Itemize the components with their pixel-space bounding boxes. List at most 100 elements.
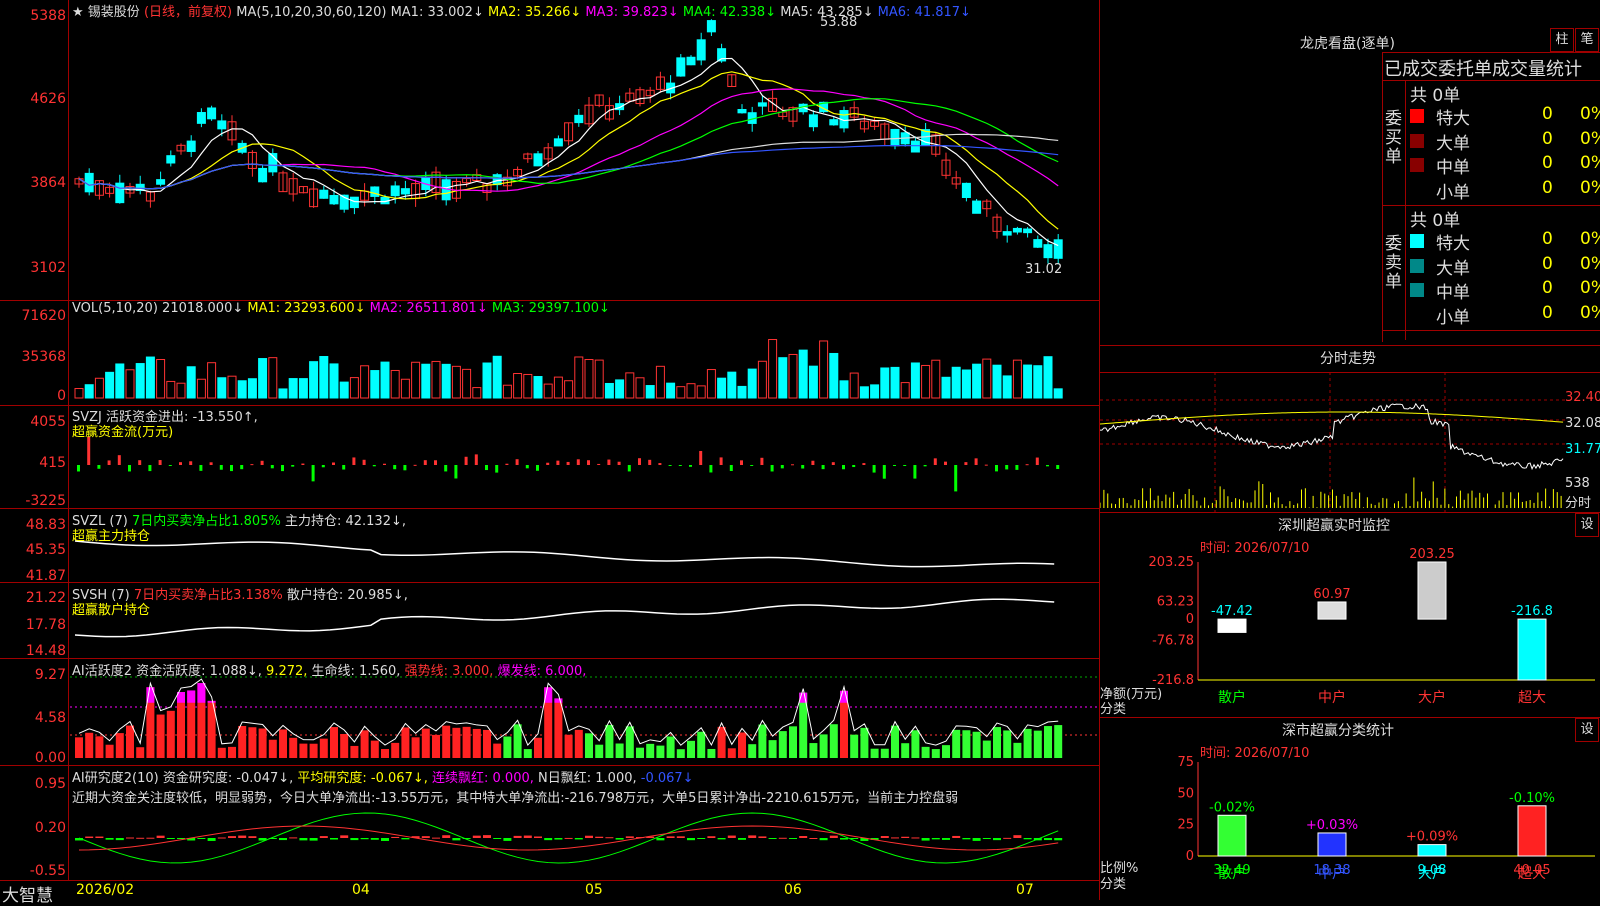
activity-bar	[452, 727, 461, 758]
candle-body	[972, 200, 982, 214]
ratio-value: 32.49	[1213, 863, 1250, 878]
order-row: 小单 0 0%	[1410, 303, 1600, 328]
activity-bar	[748, 744, 757, 758]
activity-bar	[942, 745, 950, 758]
category-bar[interactable]	[1217, 814, 1247, 857]
flow-bar	[576, 459, 580, 465]
activity-bar	[401, 727, 410, 758]
order-count: 0	[1542, 128, 1553, 149]
category-bar[interactable]	[1517, 805, 1547, 857]
order-row: 中单 0 0%	[1410, 278, 1600, 303]
activity-bar	[789, 726, 797, 758]
category-label: 散户	[1218, 689, 1246, 706]
category-bar[interactable]	[1517, 618, 1547, 681]
ai1-lifeline: 生命线: 1.560,	[311, 664, 401, 679]
activity-bar	[330, 727, 338, 758]
activity-bar	[962, 730, 971, 758]
category-bar[interactable]	[1317, 832, 1347, 857]
volume-bar	[1033, 365, 1043, 399]
candle-body	[1043, 244, 1053, 259]
color-swatch	[1410, 133, 1424, 148]
candle-body	[1053, 239, 1063, 259]
order-row: 特大 0 0%	[1410, 104, 1600, 129]
flow-bar	[852, 465, 856, 468]
volume-bar	[931, 359, 941, 399]
vol-tick: 35368	[21, 349, 66, 365]
svzl-ratio: 7日内买卖净占比1.805%	[131, 514, 281, 529]
activity-bar	[564, 734, 573, 758]
research-bar	[279, 838, 287, 841]
sz-bar-chart[interactable]: 203.25 63.23 0 -76.78 -216.8 -47.42 散户 60.97 中户 2…	[1100, 512, 1600, 717]
bar-value-label: +0.09%	[1406, 830, 1458, 845]
candlestick-chart[interactable]	[0, 0, 1100, 900]
x-tick: 2026/02	[76, 882, 135, 898]
candle-body	[186, 140, 196, 152]
activity-bar	[493, 743, 502, 758]
bar-mode-button[interactable]: 柱	[1550, 28, 1574, 52]
research-bar	[840, 838, 848, 840]
category-bar[interactable]	[1417, 844, 1447, 857]
intraday-chart[interactable]	[1100, 372, 1600, 512]
research-bar	[136, 837, 145, 839]
volume-bar	[1002, 375, 1012, 399]
tick-mode-button[interactable]: 笔	[1575, 28, 1599, 52]
bar-value-label: -0.02%	[1209, 800, 1255, 815]
activity-bar	[503, 736, 512, 758]
flow-bar	[311, 465, 315, 482]
category-bar[interactable]	[1317, 601, 1347, 620]
bar-value-label: -216.8	[1511, 604, 1553, 619]
activity-bar	[819, 734, 828, 758]
volume-bar	[380, 361, 390, 399]
order-percent: 0%	[1580, 104, 1600, 124]
ai2-research: 资金研究度: -0.047↓,	[162, 771, 294, 786]
research-bar	[95, 836, 104, 838]
research-bar	[819, 838, 828, 841]
retail-hold-line	[74, 598, 1055, 638]
category-bar[interactable]	[1417, 561, 1447, 620]
main-chart-area[interactable]: ★ 锡装股份 (日线，前复权) MA(5,10,20,30,60,120) MA…	[0, 0, 1100, 906]
research-bar	[228, 836, 236, 838]
research-bar	[829, 835, 838, 838]
high-price-mark: 53.88	[820, 15, 858, 30]
research-bar	[217, 837, 226, 839]
volume-bar	[523, 373, 533, 399]
divider	[1100, 345, 1600, 346]
order-count: 0	[1542, 153, 1553, 173]
activity-bar	[1003, 730, 1012, 758]
volume-bar	[666, 382, 676, 399]
research-bar	[197, 838, 206, 839]
volume-bar	[1012, 359, 1022, 399]
flow-bar	[362, 459, 366, 465]
order-count: 0	[1542, 253, 1553, 274]
ai1-strong: 强势线: 3.000,	[404, 664, 494, 679]
volume-bar	[543, 383, 553, 399]
research-bar	[309, 838, 318, 841]
activity-bar	[625, 726, 634, 758]
volume-bar	[757, 360, 767, 399]
burst-bar	[187, 690, 196, 703]
flow-bar	[168, 465, 172, 466]
lhb-subtitle: 已成交委托单成交量统计	[1384, 59, 1582, 80]
candle-body	[196, 112, 206, 124]
volume-bar	[829, 352, 839, 399]
order-row: 大单 0 0%	[1410, 253, 1600, 279]
category-bar[interactable]	[1217, 618, 1247, 633]
volume-bar	[237, 380, 247, 399]
candle-body	[553, 138, 563, 147]
sz-stats-chart[interactable]: 7550250-0.02%散户+0.03%中户+0.09%大户-0.10%超大3…	[1100, 717, 1600, 900]
ma-definition: MA(5,10,20,30,60,120)	[236, 5, 387, 20]
flow-bar	[495, 465, 499, 473]
activity-bar	[462, 726, 471, 758]
flow-bar	[627, 465, 631, 472]
volume-bar	[778, 357, 788, 399]
activity-bar	[421, 728, 430, 758]
candle-body	[156, 179, 166, 185]
volume-bar	[941, 376, 951, 399]
adjust-mode: (日线，前复权)	[143, 5, 233, 20]
flow-bar	[434, 460, 437, 465]
research-bar	[717, 838, 726, 840]
candle-body	[829, 119, 839, 126]
flow-bar	[995, 465, 998, 472]
flow-bar	[974, 458, 978, 465]
research-bar	[248, 836, 257, 838]
